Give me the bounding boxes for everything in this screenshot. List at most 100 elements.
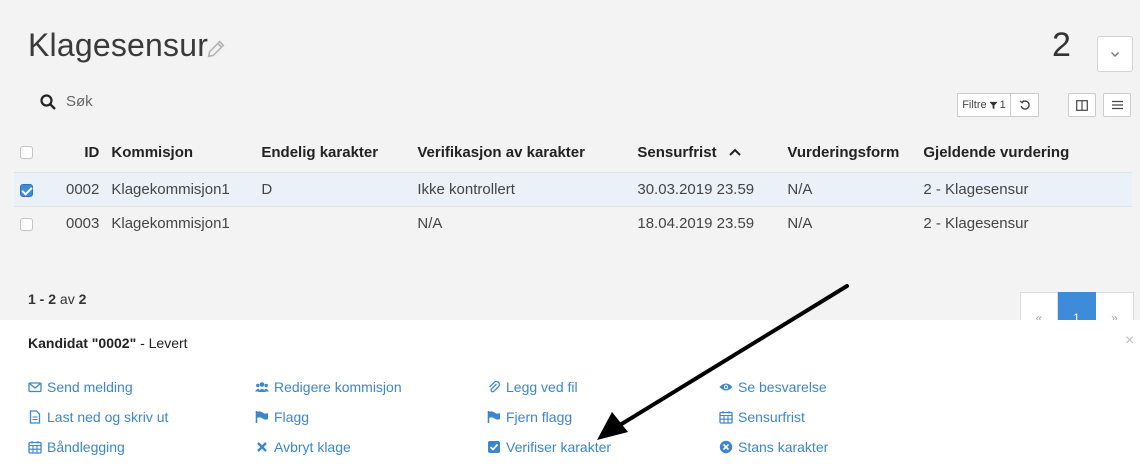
- eye-icon: [719, 383, 733, 391]
- column-header-id[interactable]: ID: [60, 132, 105, 173]
- attach-file-action[interactable]: Legg ved fil: [487, 379, 578, 395]
- column-header-endelig-karakter[interactable]: Endelig karakter: [255, 132, 411, 173]
- check-square-icon: [488, 441, 500, 453]
- action-label: Flagg: [274, 409, 310, 425]
- page-title: Klagesensur: [28, 27, 209, 63]
- send-message-action[interactable]: Send melding: [28, 379, 133, 395]
- search-icon: [40, 94, 56, 110]
- row-checkbox[interactable]: [20, 217, 33, 231]
- cell-vurderingsform: N/A: [781, 206, 918, 240]
- action-label: Verifiser karakter: [506, 439, 612, 455]
- sort-ascending-icon: [729, 148, 741, 156]
- column-header-sensurfrist[interactable]: Sensurfrist: [631, 132, 781, 173]
- table-row[interactable]: 0002 Klagekommisjon1 D Ikke kontrollert …: [14, 172, 1132, 207]
- results-table: ID Kommisjon Endelig karakter Verifikasj…: [14, 132, 1132, 240]
- pager-total: 2: [78, 291, 87, 307]
- pager-range: 1 - 2: [28, 291, 57, 307]
- remove-flag-action[interactable]: Fjern flagg: [487, 409, 572, 425]
- times-circle-icon: [719, 440, 733, 454]
- cancel-appeal-action[interactable]: Avbryt klage: [255, 439, 351, 455]
- candidate-status: - Levert: [140, 335, 188, 351]
- cell-id: 0002: [60, 172, 106, 207]
- chevron-down-icon: [1111, 52, 1119, 57]
- deadline-action[interactable]: Sensurfrist: [719, 409, 805, 425]
- download-print-action[interactable]: Last ned og skriv ut: [28, 409, 168, 425]
- action-label: Send melding: [47, 379, 133, 395]
- app-root: Klagesensur 2 Filtre 1: [0, 0, 1140, 466]
- pencil-icon[interactable]: [205, 38, 227, 60]
- action-label: Fjern flagg: [506, 409, 573, 425]
- verify-grade-action[interactable]: Verifiser karakter: [487, 439, 611, 455]
- action-label: Sensurfrist: [738, 409, 805, 425]
- select-all-cell: [14, 132, 60, 173]
- pager-of-word: av: [59, 291, 75, 307]
- stop-grade-action[interactable]: Stans karakter: [719, 439, 828, 455]
- menu-icon: [1111, 100, 1123, 110]
- action-label: Stans karakter: [738, 439, 829, 455]
- file-icon: [29, 410, 41, 424]
- envelope-icon: [28, 382, 42, 393]
- table-header-row: ID Kommisjon Endelig karakter Verifikasj…: [14, 132, 1132, 173]
- filter-label: Filtre: [962, 99, 987, 111]
- row-checkbox-cell: [14, 206, 60, 240]
- title-row: Klagesensur 2: [0, 10, 1140, 84]
- column-header-verifikasjon[interactable]: Verifikasjon av karakter: [411, 132, 631, 173]
- hold-action[interactable]: Båndlegging: [28, 439, 125, 455]
- cell-endelig-karakter: [255, 206, 412, 240]
- count-dropdown-button[interactable]: [1097, 36, 1133, 72]
- column-header-kommisjon[interactable]: Kommisjon: [105, 132, 255, 173]
- filter-count: 1: [999, 99, 1006, 111]
- candidate-id: "0002": [91, 335, 137, 351]
- reset-button[interactable]: [1011, 93, 1039, 117]
- toolbar-buttons: Filtre 1: [957, 93, 1039, 117]
- cell-verifikasjon: Ikke kontrollert: [411, 172, 632, 207]
- cell-sensurfrist: 30.03.2019 23.59: [631, 172, 782, 207]
- candidate-panel: Kandidat "0002" - Levert × Send melding …: [0, 320, 1140, 466]
- cell-sensurfrist: 18.04.2019 23.59: [631, 206, 782, 240]
- view-submission-action[interactable]: Se besvarelse: [719, 379, 827, 395]
- flag-icon: [487, 411, 500, 423]
- cell-kommisjon: Klagekommisjon1: [105, 206, 256, 240]
- search-row: Filtre 1: [0, 84, 1140, 120]
- cell-gjeldende-vurdering: 2 - Klagesensur: [917, 206, 1132, 240]
- cell-vurderingsform: N/A: [781, 172, 918, 207]
- columns-icon: [1076, 99, 1088, 111]
- row-checkbox[interactable]: [20, 183, 33, 197]
- sensurfrist-header-label: Sensurfrist: [637, 143, 717, 161]
- table-row[interactable]: 0003 Klagekommisjon1 N/A 18.04.2019 23.5…: [14, 206, 1132, 240]
- times-icon: [257, 442, 267, 452]
- candidate-label: Kandidat: [28, 335, 88, 351]
- result-count: 2: [1052, 26, 1071, 64]
- action-label: Avbryt klage: [274, 439, 351, 455]
- cell-kommisjon: Klagekommisjon1: [105, 172, 256, 207]
- candidate-panel-title: Kandidat "0002" - Levert: [28, 335, 188, 351]
- cell-gjeldende-vurdering: 2 - Klagesensur: [917, 172, 1132, 207]
- users-icon: [255, 382, 269, 392]
- action-label: Last ned og skriv ut: [47, 409, 169, 425]
- calendar-icon: [28, 441, 42, 454]
- action-label: Redigere kommisjon: [274, 379, 402, 395]
- search-input[interactable]: [66, 90, 366, 112]
- columns-button[interactable]: [1068, 93, 1096, 117]
- select-all-checkbox[interactable]: [20, 146, 33, 160]
- flag-icon: [255, 411, 268, 423]
- close-icon[interactable]: ×: [1125, 332, 1134, 350]
- filter-button[interactable]: Filtre 1: [957, 93, 1011, 117]
- cell-verifikasjon: N/A: [411, 206, 632, 240]
- calendar-icon: [719, 411, 733, 424]
- reset-icon: [1019, 100, 1030, 110]
- pager-summary: 1 - 2 av 2: [28, 291, 86, 307]
- action-label: Legg ved fil: [506, 379, 578, 395]
- column-header-gjeldende-vurdering[interactable]: Gjeldende vurdering: [917, 132, 1132, 173]
- action-label: Se besvarelse: [738, 379, 827, 395]
- edit-commission-action[interactable]: Redigere kommisjon: [255, 379, 402, 395]
- filter-icon: [989, 101, 998, 109]
- action-label: Båndlegging: [47, 439, 125, 455]
- cell-id: 0003: [60, 206, 106, 240]
- row-checkbox-cell: [14, 172, 60, 207]
- menu-button[interactable]: [1103, 93, 1131, 117]
- cell-endelig-karakter: D: [255, 172, 412, 207]
- column-header-vurderingsform[interactable]: Vurderingsform: [781, 132, 917, 173]
- paperclip-icon: [489, 380, 501, 393]
- flag-action[interactable]: Flagg: [255, 409, 309, 425]
